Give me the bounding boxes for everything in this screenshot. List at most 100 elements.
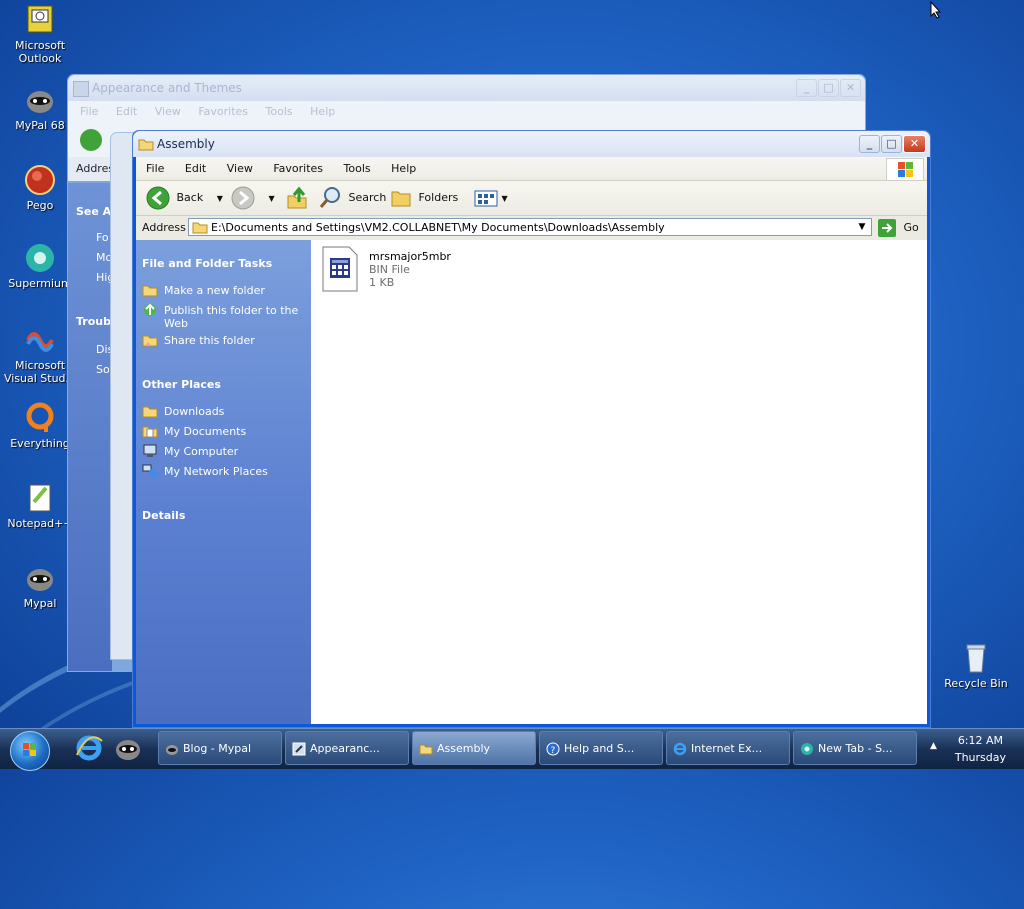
forward-button[interactable]: ▼ [231,186,275,210]
publish-web-icon [144,303,156,316]
address-value: E:\Documents and Settings\VM2.COLLABNET\… [211,221,665,234]
file-name[interactable]: mrsmajor5mbr [369,250,451,263]
raccoon-icon [24,84,56,116]
file-list[interactable]: mrsmajor5mbr BIN File 1 KB [311,240,927,724]
other-places-heading[interactable]: Other Places [142,378,221,391]
details-heading[interactable]: Details [142,509,185,522]
task-share-folder[interactable]: Share this folder [164,334,255,347]
taskbar-item-appearance[interactable]: Appearanc... [285,731,409,765]
maximize-button[interactable]: □ [818,79,839,97]
search-button[interactable]: Search [318,186,386,210]
chevron-down-icon[interactable]: ▼ [502,194,508,203]
address-bar: Address E:\Documents and Settings\VM2.CO… [136,216,927,241]
bin-file-icon[interactable] [321,246,359,292]
see-also-item[interactable]: Fo [96,231,109,244]
supermium-icon [24,242,56,274]
search-icon [319,187,340,208]
desktop-icon-label: Microsoft Outlook [14,39,66,65]
taskbar-item-label: Help and S... [564,742,635,755]
folders-icon [391,191,411,207]
see-also-heading: See Als [76,205,112,218]
taskbar-item-assembly[interactable]: Assembly [412,731,536,765]
desktop-icon-recycle-bin[interactable]: Recycle Bin [937,642,1015,690]
views-button[interactable]: ▼ [474,186,508,210]
close-button[interactable]: ✕ [903,135,926,153]
maximize-button[interactable]: □ [881,135,902,153]
menu-file[interactable]: File [80,105,98,118]
assembly-window[interactable]: Assembly _ □ ✕ File Edit View Favorites … [132,130,931,728]
my-computer-icon [143,444,157,457]
menu-help[interactable]: Help [391,162,416,175]
menu-tools[interactable]: Tools [266,105,293,118]
desktop-icon-label: Recycle Bin [944,677,1008,690]
folders-button[interactable]: Folders [390,186,458,210]
place-my-computer[interactable]: My Computer [164,445,238,458]
menu-view[interactable]: View [155,105,181,118]
file-folder-tasks-heading[interactable]: File and Folder Tasks [142,257,272,270]
clock[interactable]: 6:12 AM Thursday [955,732,1006,766]
mouse-cursor-icon [930,1,942,19]
search-label: Search [348,191,387,204]
place-my-network-places[interactable]: My Network Places [164,465,268,478]
raccoon-icon[interactable] [113,733,143,763]
desktop-icon-outlook[interactable]: Microsoft Outlook [1,4,79,65]
place-my-documents[interactable]: My Documents [164,425,246,438]
chevron-down-icon[interactable]: ▼ [269,194,275,203]
internet-explorer-icon [673,742,687,756]
menu-tools[interactable]: Tools [344,162,371,175]
address-label: Address [142,221,186,234]
taskbar-item-help[interactable]: ? Help and S... [539,731,663,765]
back-button[interactable]: Back ▼ [146,186,223,210]
taskbar-item-new-tab[interactable]: New Tab - S... [793,731,917,765]
go-label: Go [903,221,919,234]
outlook-icon [24,4,56,36]
address-dropdown-icon[interactable]: ▼ [854,219,870,235]
window-icon [73,81,89,97]
menu-file[interactable]: File [146,162,164,175]
menu-favorites[interactable]: Favorites [198,105,248,118]
taskbar-item-blog-mypal[interactable]: Blog - Mypal [158,731,282,765]
address-label: Addres [76,162,115,175]
start-button[interactable] [10,731,50,771]
minimize-button[interactable]: _ [859,135,880,153]
address-input[interactable]: E:\Documents and Settings\VM2.COLLABNET\… [188,218,872,236]
assembly-titlebar[interactable]: Assembly _ □ ✕ [133,131,930,157]
place-downloads[interactable]: Downloads [164,405,224,418]
menu-edit[interactable]: Edit [185,162,206,175]
menu-view[interactable]: View [227,162,253,175]
my-documents-icon [142,426,158,438]
appearance-titlebar[interactable]: Appearance and Themes _ □ ✕ [68,75,865,101]
minimize-button[interactable]: _ [796,79,817,97]
network-places-icon [142,464,157,477]
control-panel-icon [292,742,306,756]
views-icon [474,190,498,207]
menu-edit[interactable]: Edit [116,105,137,118]
close-button[interactable]: ✕ [840,79,861,97]
internet-explorer-icon[interactable] [74,733,104,763]
back-arrow-icon[interactable] [80,129,102,151]
up-folder-button[interactable] [286,186,308,210]
share-folder-icon [142,335,158,347]
show-hidden-icons-icon[interactable]: ▲ [930,741,937,751]
go-button[interactable]: Go [878,219,919,237]
toolbar: Back ▼ ▼ Search Folders ▼ [136,181,927,216]
file-type: BIN File [369,263,410,276]
pego-icon [24,164,56,196]
menu-favorites[interactable]: Favorites [273,162,323,175]
taskbar-item-internet-explorer[interactable]: Internet Ex... [666,731,790,765]
folder-icon [192,222,208,234]
chevron-down-icon[interactable]: ▼ [217,194,223,203]
troubleshoot-heading: Troubl [76,315,112,328]
task-publish-web[interactable]: Publish this folder to the Web [164,304,304,330]
appearance-taskpane: See Als Fo Mo Hig Troubl Dis So [68,183,112,671]
up-folder-icon [287,186,307,209]
task-make-new-folder[interactable]: Make a new folder [164,284,265,297]
folders-label: Folders [418,191,459,204]
taskbar-item-label: New Tab - S... [818,742,893,755]
raccoon-icon [166,745,178,755]
back-label: Back [176,191,204,204]
forward-arrow-icon [231,186,255,210]
menu-help[interactable]: Help [310,105,335,118]
window-title: Assembly [157,137,215,151]
troubleshoot-item[interactable]: So [96,363,110,376]
